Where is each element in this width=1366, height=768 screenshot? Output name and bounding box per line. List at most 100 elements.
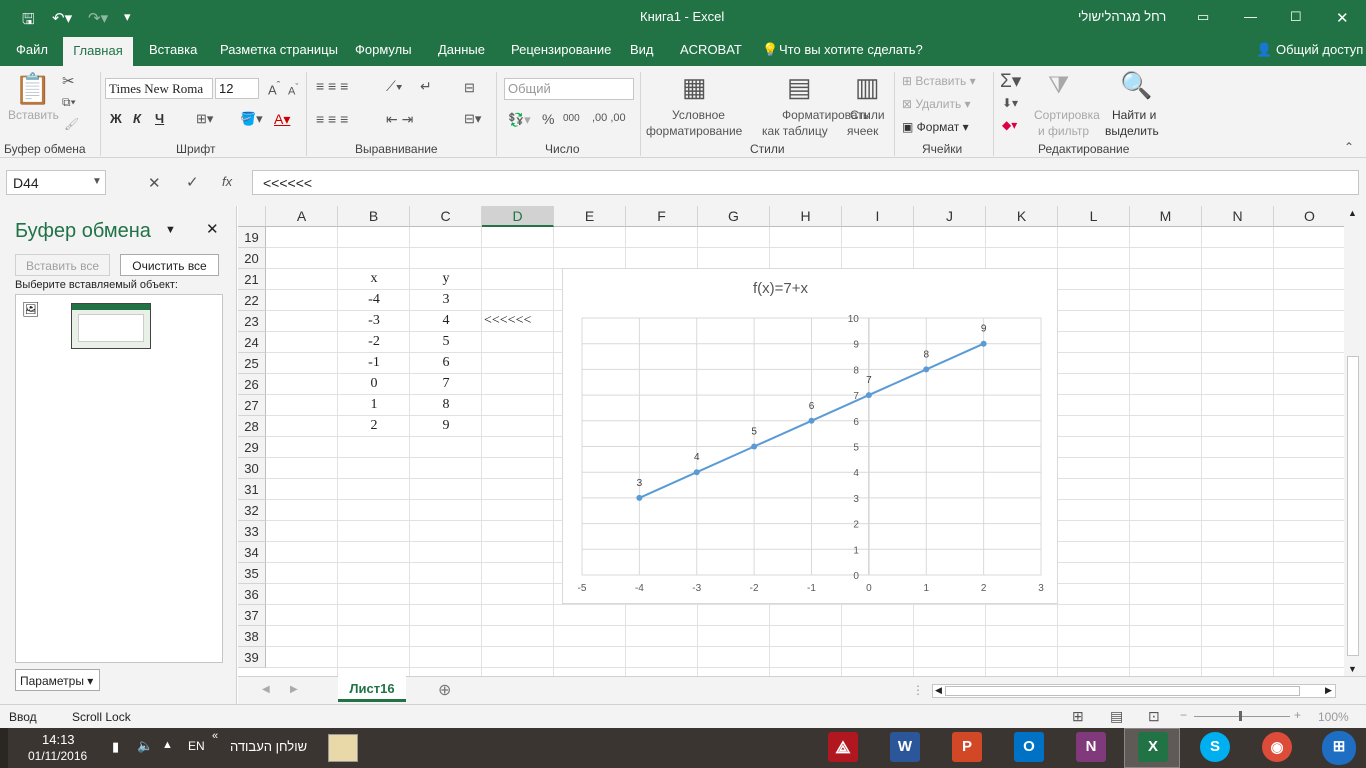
align-top-icon[interactable]: ≡ ≡ ≡ (316, 78, 348, 94)
desktop-toolbar-icon[interactable]: « (212, 730, 218, 742)
format-cells-button[interactable]: ▣ Формат ▾ (902, 120, 969, 134)
row-header-35[interactable]: 35 (238, 563, 266, 584)
excel-icon[interactable]: X (1138, 732, 1168, 762)
column-header-F[interactable]: F (626, 206, 698, 227)
row-header-28[interactable]: 28 (238, 416, 266, 437)
tab-view[interactable]: Вид (630, 42, 654, 57)
chart[interactable]: f(x)=7+x -5 -4 -3 -2 -1 0 1 2 3 0 1 2 3 4 5 6 7 8 9 10 3456… (562, 268, 1058, 604)
undo-icon[interactable]: ↶▾ (52, 9, 72, 27)
tab-acrobat[interactable]: ACROBAT (680, 42, 742, 57)
column-header-M[interactable]: M (1130, 206, 1202, 227)
scroll-right-icon[interactable]: ▶ (1325, 685, 1332, 696)
options-button[interactable]: Параметры ▾ (15, 669, 100, 691)
scroll-down-icon[interactable]: ▼ (1348, 664, 1357, 674)
desktop-toolbar-label[interactable]: שולחן העבודה (230, 739, 307, 754)
network-icon[interactable]: ▮ (112, 739, 119, 755)
tab-page-layout[interactable]: Разметка страницы (220, 42, 338, 57)
cell-B23[interactable]: -3 (338, 311, 410, 332)
tab-insert[interactable]: Вставка (149, 42, 197, 57)
customize-qat-icon[interactable]: ▾ (124, 9, 131, 25)
pane-close-icon[interactable]: ✕ (206, 220, 219, 238)
column-header-K[interactable]: K (986, 206, 1058, 227)
column-header-C[interactable]: C (410, 206, 482, 227)
sort-filter-label[interactable]: Сортировка (1034, 108, 1100, 122)
percent-icon[interactable]: % (542, 111, 554, 127)
redo-icon[interactable]: ↷▾ (88, 9, 108, 27)
data-point[interactable] (751, 443, 758, 450)
tab-file[interactable]: Файл (16, 42, 48, 57)
merge-icon[interactable]: ⊟ (464, 80, 475, 96)
autosum-icon[interactable]: Σ▾ (1000, 70, 1021, 93)
cell-C27[interactable]: 8 (410, 395, 482, 416)
cell-C23[interactable]: 4 (410, 311, 482, 332)
borders-icon[interactable]: ⊞▾ (196, 111, 213, 127)
row-header-32[interactable]: 32 (238, 500, 266, 521)
format-table-icon[interactable]: ▤ (787, 72, 812, 103)
italic-button[interactable]: К (133, 111, 141, 126)
horizontal-scroll-thumb[interactable] (945, 686, 1300, 696)
paste-all-button[interactable]: Вставить все (15, 254, 110, 276)
data-point[interactable] (808, 417, 815, 424)
row-header-21[interactable]: 21 (238, 269, 266, 290)
conditional-format-label2[interactable]: форматирование (646, 124, 742, 138)
sheet-prev-icon[interactable]: ◀ (262, 684, 270, 695)
row-header-25[interactable]: 25 (238, 353, 266, 374)
column-header-O[interactable]: O (1274, 206, 1344, 227)
font-size-select[interactable]: 12 (215, 78, 259, 99)
cell-B22[interactable]: -4 (338, 290, 410, 311)
ribbon-display-icon[interactable]: ▭ (1197, 9, 1209, 25)
data-point[interactable] (980, 340, 987, 347)
page-break-view-icon[interactable]: ⊡ (1148, 708, 1160, 725)
cancel-entry-icon[interactable]: ✕ (148, 174, 161, 192)
row-header-33[interactable]: 33 (238, 521, 266, 542)
clipboard-paste-icon[interactable]: 📋 (14, 72, 51, 107)
sheet-tab-active[interactable]: Лист16 (338, 676, 406, 702)
tab-review[interactable]: Рецензирование (511, 42, 611, 57)
comma-style-icon[interactable]: 000 (563, 113, 580, 124)
find-select-icon[interactable]: 🔍 (1120, 70, 1152, 101)
vertical-scrollbar[interactable]: ▲ ▼ (1344, 206, 1366, 676)
bold-button[interactable]: Ж (110, 111, 122, 126)
cell-C24[interactable]: 5 (410, 332, 482, 353)
onenote-icon[interactable]: N (1076, 732, 1106, 762)
conditional-format-label[interactable]: Условное (672, 108, 725, 122)
cell-C22[interactable]: 3 (410, 290, 482, 311)
clock-date[interactable]: 01/11/2016 (28, 749, 87, 763)
tab-split-icon[interactable]: ⋮ (912, 683, 924, 697)
scroll-left-icon[interactable]: ◀ (935, 685, 942, 696)
zoom-in-icon[interactable]: + (1294, 708, 1301, 722)
data-point[interactable] (693, 469, 700, 476)
confirm-entry-icon[interactable]: ✓ (186, 173, 199, 191)
zoom-out-icon[interactable]: − (1180, 708, 1187, 722)
row-header-23[interactable]: 23 (238, 311, 266, 332)
clear-all-button[interactable]: Очистить все (120, 254, 219, 276)
row-header-31[interactable]: 31 (238, 479, 266, 500)
conditional-format-icon[interactable]: ▦ (682, 72, 707, 103)
zoom-level[interactable]: 100% (1318, 710, 1349, 724)
outlook-icon[interactable]: O (1014, 732, 1044, 762)
new-sheet-icon[interactable]: ⊕ (438, 680, 451, 700)
delete-cells-button[interactable]: ⊠ Удалить ▾ (902, 97, 971, 111)
chrome-icon[interactable]: ◉ (1262, 732, 1292, 762)
horizontal-scrollbar[interactable]: ◀ ▶ (932, 684, 1336, 698)
sheet-next-icon[interactable]: ▶ (290, 684, 298, 695)
merge-center-icon[interactable]: ⊟▾ (464, 111, 481, 127)
cell-styles-label2[interactable]: ячеек (847, 124, 878, 138)
cell-C25[interactable]: 6 (410, 353, 482, 374)
cell-B26[interactable]: 0 (338, 374, 410, 395)
column-header-E[interactable]: E (554, 206, 626, 227)
cell-C26[interactable]: 7 (410, 374, 482, 395)
cell-C21[interactable]: y (410, 269, 482, 290)
collapse-ribbon-icon[interactable]: ⌃ (1344, 140, 1354, 154)
find-select-label[interactable]: Найти и (1112, 108, 1156, 122)
maximize-icon[interactable]: ☐ (1290, 9, 1302, 25)
tab-data[interactable]: Данные (438, 42, 485, 57)
vertical-scroll-thumb[interactable] (1347, 356, 1359, 656)
find-select-label2[interactable]: выделить (1105, 124, 1159, 138)
language-indicator[interactable]: EN (188, 739, 205, 753)
tab-home[interactable]: Главная (63, 37, 133, 67)
row-header-38[interactable]: 38 (238, 626, 266, 647)
column-header-L[interactable]: L (1058, 206, 1130, 227)
format-table-label2[interactable]: как таблицу (762, 124, 828, 138)
clipboard-item-thumbnail[interactable] (71, 303, 151, 349)
